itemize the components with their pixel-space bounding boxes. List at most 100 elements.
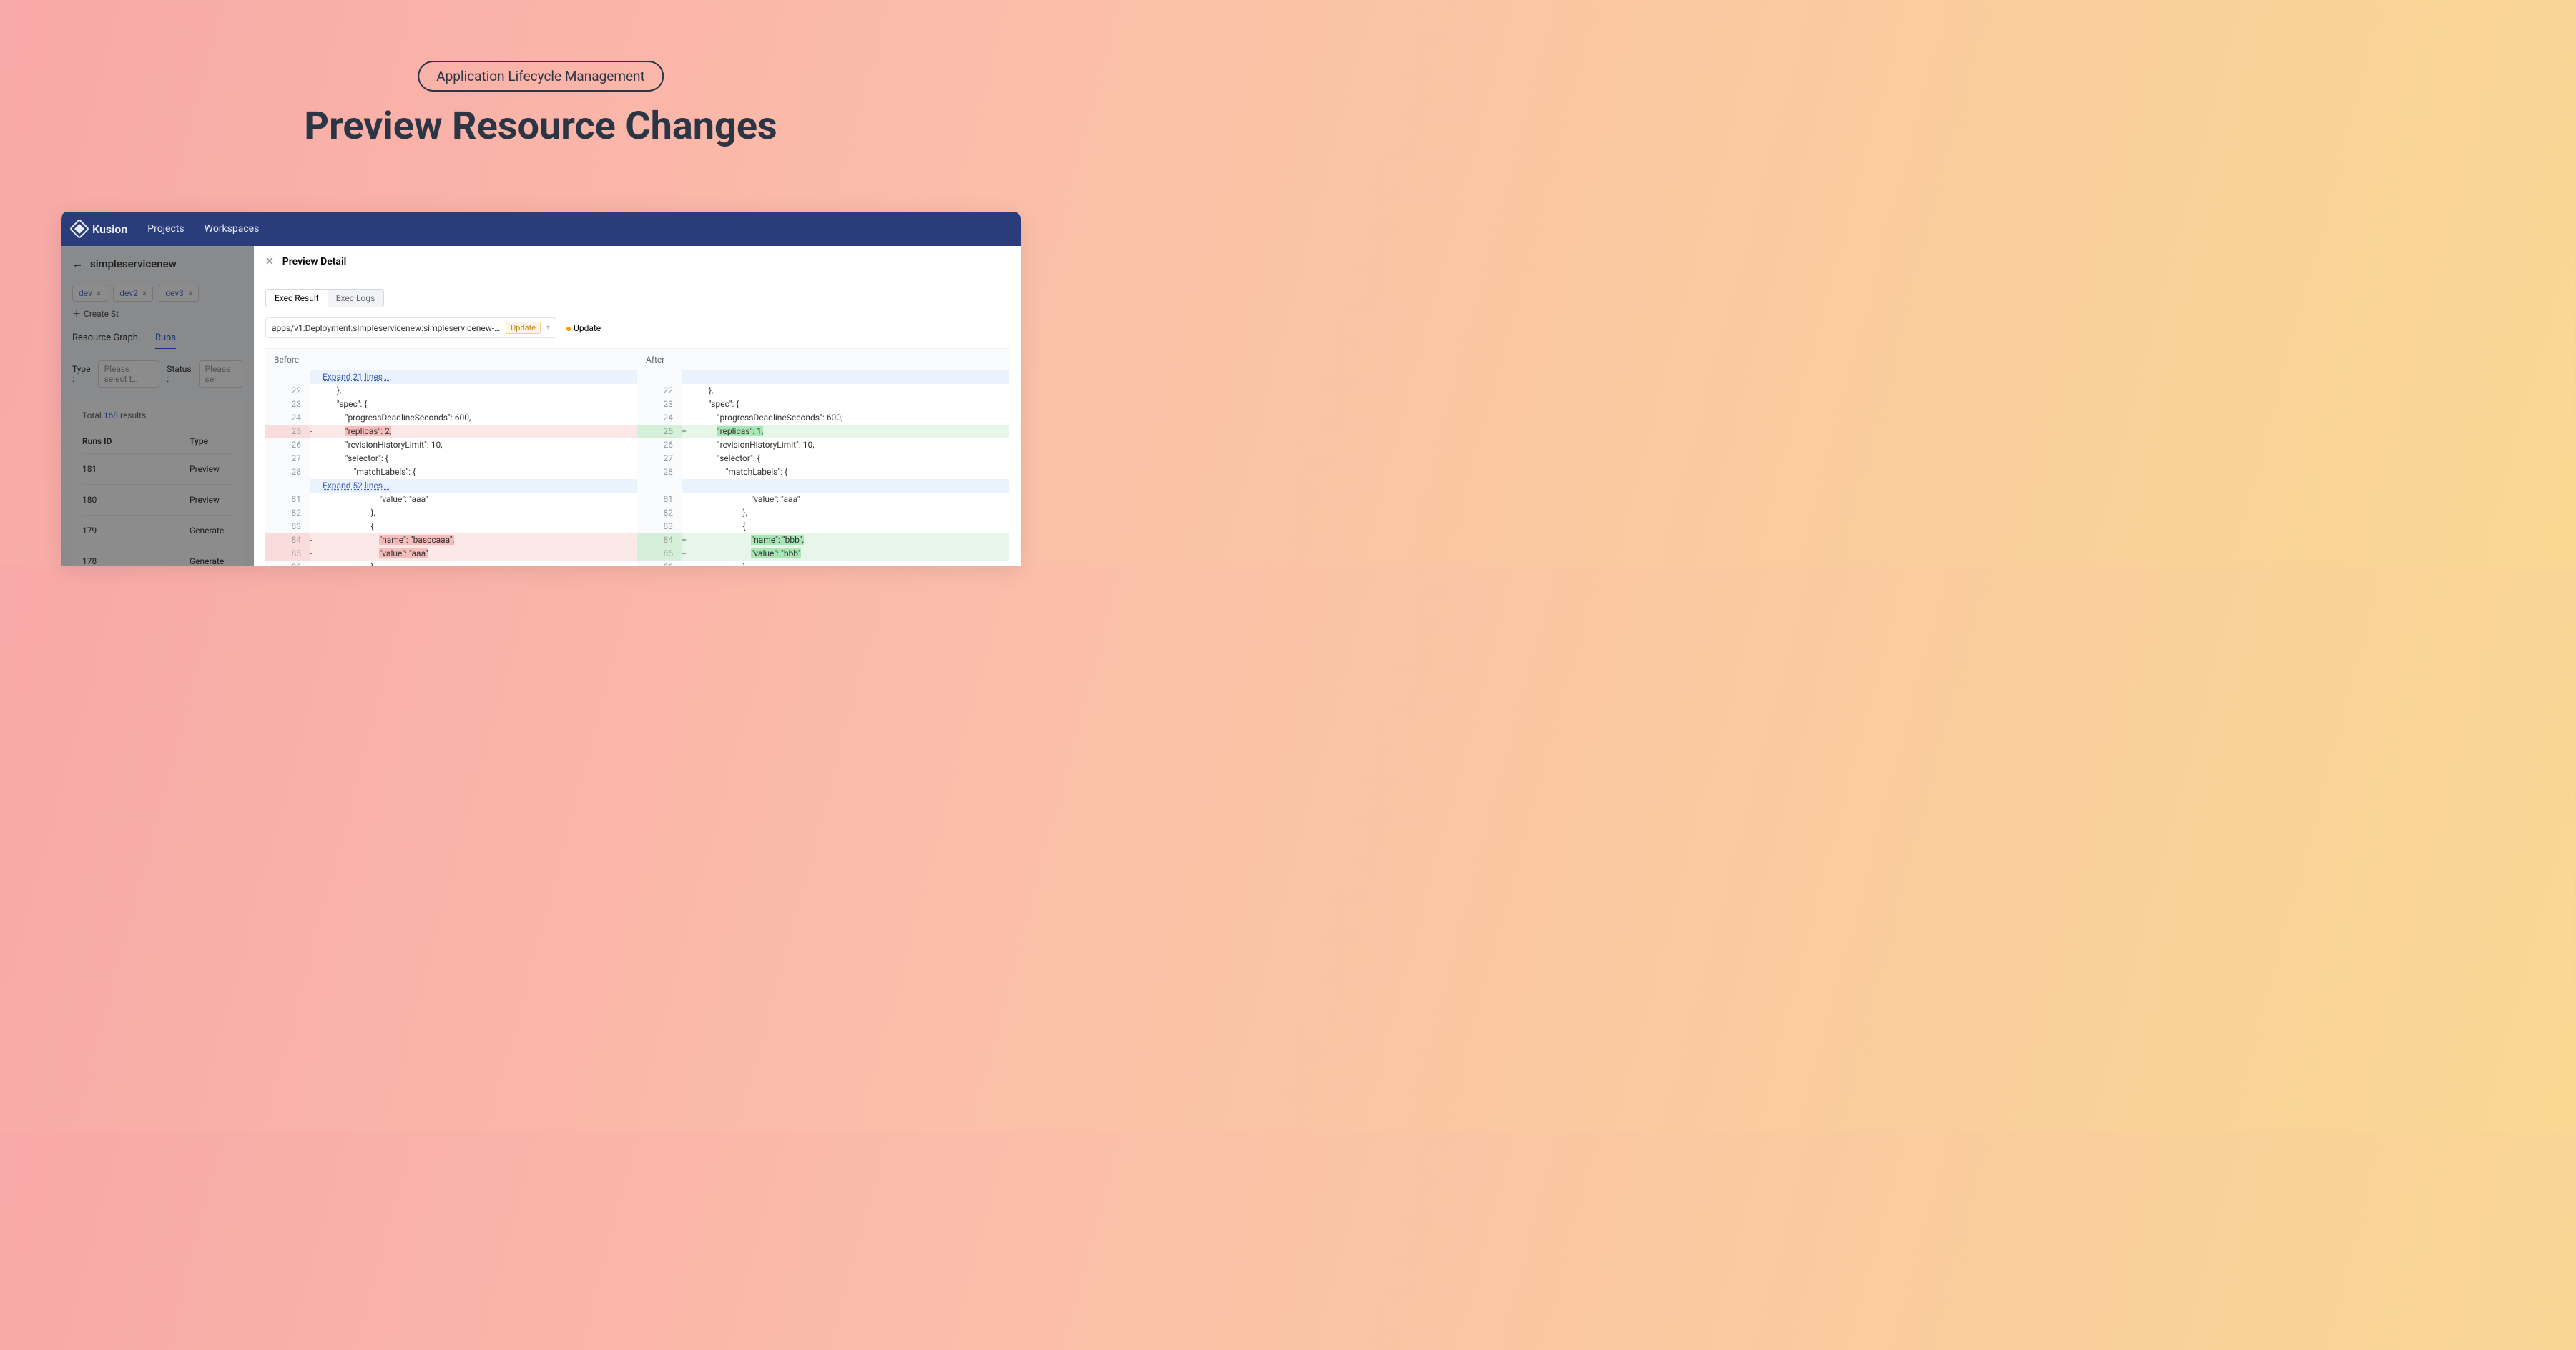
resource-select[interactable]: apps/v1:Deployment:simpleservicenew:simp… (265, 317, 556, 338)
code: "replicas": 1, (692, 425, 1009, 438)
code: "value": "aaa" (320, 547, 637, 561)
line-number: 86 (265, 561, 310, 566)
status-dot-icon (566, 327, 571, 331)
resource-path: apps/v1:Deployment:simpleservicenew:simp… (272, 323, 500, 333)
line-number: 22 (265, 384, 310, 398)
expand-row[interactable]: Expand 52 lines ... (265, 479, 637, 493)
exec-tabs: Exec Result Exec Logs (265, 289, 384, 307)
code-row: 28 "matchLabels": { (637, 465, 1009, 479)
line-number: 84 (637, 533, 682, 547)
expand-text: Expand 21 lines ... (320, 370, 637, 384)
status-text: Update (574, 323, 601, 333)
panel-header: ✕ Preview Detail (254, 246, 1021, 277)
code-row: 82 }, (637, 506, 1009, 520)
line-number: 85 (265, 547, 310, 561)
code: "name": "basccaaa", (320, 533, 637, 547)
brand-name: Kusion (92, 222, 127, 236)
code-row: 82 }, (265, 506, 637, 520)
line-number: 23 (637, 398, 682, 411)
code-row-deleted: 85- "value": "aaa" (265, 547, 637, 561)
line-number: 27 (265, 452, 310, 465)
hero-chip: Application Lifecycle Management (418, 61, 664, 92)
nav-projects[interactable]: Projects (147, 223, 184, 235)
line-number: 86 (637, 561, 682, 566)
code-row: 86 } (637, 561, 1009, 566)
code: "matchLabels": { (692, 465, 1009, 479)
expand-row[interactable] (637, 479, 1009, 493)
expand-row[interactable]: Expand 21 lines ... (265, 370, 637, 384)
code: "revisionHistoryLimit": 10, (320, 438, 637, 452)
code-row: 23 "spec": { (637, 398, 1009, 411)
code-row-added: 84+ "name": "bbb", (637, 533, 1009, 547)
code: "selector": { (692, 452, 1009, 465)
code-row: 86 } (265, 561, 637, 566)
code-row: 22 }, (637, 384, 1009, 398)
code-row: 81 "value": "aaa" (637, 493, 1009, 506)
before-column: Expand 21 lines ... 22 }, 23 "spec": { 2… (265, 370, 637, 566)
line-number: 22 (637, 384, 682, 398)
code: "matchLabels": { (320, 465, 637, 479)
expand-text: Expand 52 lines ... (320, 479, 637, 493)
code: "spec": { (692, 398, 1009, 411)
line-number: 26 (637, 438, 682, 452)
code: } (320, 561, 637, 566)
code: "selector": { (320, 452, 637, 465)
nav-workspaces[interactable]: Workspaces (205, 223, 260, 235)
code-row: 22 }, (265, 384, 637, 398)
code: }, (320, 506, 637, 520)
line-number: 28 (265, 465, 310, 479)
line-number: 81 (637, 493, 682, 506)
code-row: 24 "progressDeadlineSeconds": 600, (265, 411, 637, 425)
code: "progressDeadlineSeconds": 600, (692, 411, 1009, 425)
expand-row[interactable] (637, 370, 1009, 384)
diff-columns: Expand 21 lines ... 22 }, 23 "spec": { 2… (265, 370, 1009, 566)
code: "value": "aaa" (320, 493, 637, 506)
line-number: 25 (637, 425, 682, 438)
modal-backdrop[interactable] (61, 246, 254, 566)
code-row: 23 "spec": { (265, 398, 637, 411)
code-row: 83 { (637, 520, 1009, 533)
code: "spec": { (320, 398, 637, 411)
code: "revisionHistoryLimit": 10, (692, 438, 1009, 452)
tab-exec-result[interactable]: Exec Result (266, 290, 328, 307)
line-number: 23 (265, 398, 310, 411)
line-number: 24 (637, 411, 682, 425)
close-icon[interactable]: ✕ (265, 256, 274, 267)
hero-title: Preview Resource Changes (304, 104, 777, 149)
code-row: 83 { (265, 520, 637, 533)
tab-exec-logs[interactable]: Exec Logs (328, 290, 384, 307)
line-number: 28 (637, 465, 682, 479)
diff-before-label: Before (265, 349, 637, 370)
brand[interactable]: Kusion (72, 222, 127, 236)
diff-after-label: After (637, 349, 1009, 370)
code-row-added: 85+ "value": "bbb" (637, 547, 1009, 561)
code: }, (692, 384, 1009, 398)
line-number: 26 (265, 438, 310, 452)
line-number: 25 (265, 425, 310, 438)
code-row-added: 25+ "replicas": 1, (637, 425, 1009, 438)
panel-body: Exec Result Exec Logs apps/v1:Deployment… (254, 277, 1021, 566)
code: "progressDeadlineSeconds": 600, (320, 411, 637, 425)
line-number: 82 (637, 506, 682, 520)
app-window: Kusion Projects Workspaces ← simpleservi… (61, 212, 1021, 566)
code: "value": "aaa" (692, 493, 1009, 506)
line-number: 85 (637, 547, 682, 561)
line-number: 81 (265, 493, 310, 506)
code-row: 27 "selector": { (637, 452, 1009, 465)
code: { (320, 520, 637, 533)
line-number: 27 (637, 452, 682, 465)
diff-headers: Before After (265, 348, 1009, 370)
code-row: 27 "selector": { (265, 452, 637, 465)
update-badge: Update (506, 322, 541, 334)
code-row: 81 "value": "aaa" (265, 493, 637, 506)
line-number: 82 (265, 506, 310, 520)
code-row: 24 "progressDeadlineSeconds": 600, (637, 411, 1009, 425)
panel-title: Preview Detail (282, 256, 346, 267)
code: } (692, 561, 1009, 566)
line-number: 83 (265, 520, 310, 533)
line-number: 24 (265, 411, 310, 425)
resource-selector-row: apps/v1:Deployment:simpleservicenew:simp… (265, 317, 1009, 338)
code: }, (320, 384, 637, 398)
code-row-deleted: 84- "name": "basccaaa", (265, 533, 637, 547)
status-label: Update (566, 323, 601, 333)
